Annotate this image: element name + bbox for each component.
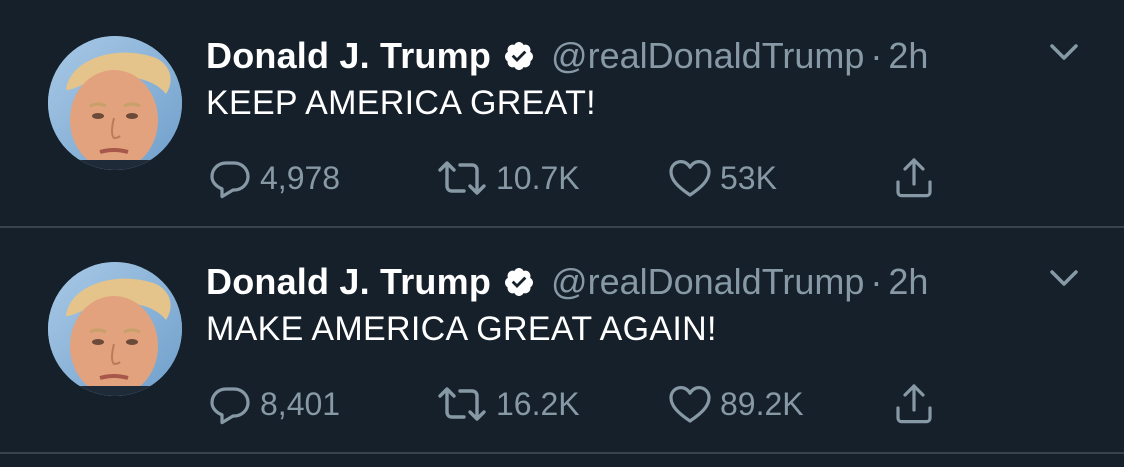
like-button[interactable]: 53K: [666, 150, 777, 206]
tweet-header: Donald J. Trump @realDonaldTrump · 2h: [206, 28, 928, 84]
share-icon: [890, 154, 938, 202]
share-icon: [890, 380, 938, 428]
tweet-actions: 8,401 16.2K 89.2K: [206, 376, 966, 432]
reply-icon: [206, 154, 254, 202]
tweet[interactable]: Donald J. Trump @realDonaldTrump · 2h MA…: [0, 226, 1124, 452]
author-handle[interactable]: @realDonaldTrump: [551, 261, 864, 303]
tweet-divider: [0, 452, 1124, 454]
like-button[interactable]: 89.2K: [666, 376, 804, 432]
like-icon: [666, 380, 714, 428]
tweet-actions: 4,978 10.7K 53K: [206, 150, 966, 206]
avatar[interactable]: [48, 36, 182, 170]
tweet-text: KEEP AMERICA GREAT!: [206, 84, 596, 122]
like-icon: [666, 154, 714, 202]
reply-button[interactable]: 8,401: [206, 376, 340, 432]
share-button[interactable]: [890, 376, 938, 432]
chevron-down-icon[interactable]: [1044, 38, 1084, 68]
verified-badge-icon: [503, 40, 535, 72]
tweet-feed: Donald J. Trump @realDonaldTrump · 2h KE…: [0, 0, 1124, 467]
reply-icon: [206, 380, 254, 428]
retweet-icon: [434, 154, 490, 202]
tweet[interactable]: Donald J. Trump @realDonaldTrump · 2h KE…: [0, 0, 1124, 226]
profile-photo-icon: [48, 36, 182, 170]
chevron-down-icon[interactable]: [1044, 264, 1084, 294]
profile-photo-icon: [48, 262, 182, 396]
like-count: 89.2K: [720, 385, 804, 422]
separator-dot: ·: [870, 261, 883, 302]
tweet-text: MAKE AMERICA GREAT AGAIN!: [206, 310, 717, 348]
retweet-count: 16.2K: [496, 385, 580, 422]
reply-count: 8,401: [260, 385, 341, 422]
retweet-count: 10.7K: [496, 159, 580, 196]
share-button[interactable]: [890, 150, 938, 206]
author-name[interactable]: Donald J. Trump: [206, 261, 491, 303]
tweet-timestamp[interactable]: 2h: [888, 35, 928, 77]
author-name[interactable]: Donald J. Trump: [206, 35, 491, 77]
reply-count: 4,978: [260, 159, 341, 196]
avatar[interactable]: [48, 262, 182, 396]
like-count: 53K: [720, 159, 777, 196]
retweet-button[interactable]: 16.2K: [434, 376, 580, 432]
verified-badge-icon: [503, 266, 535, 298]
retweet-button[interactable]: 10.7K: [434, 150, 580, 206]
tweet-header: Donald J. Trump @realDonaldTrump · 2h: [206, 254, 928, 310]
author-handle[interactable]: @realDonaldTrump: [551, 35, 864, 77]
separator-dot: ·: [870, 35, 883, 76]
tweet-timestamp[interactable]: 2h: [888, 261, 928, 303]
reply-button[interactable]: 4,978: [206, 150, 340, 206]
retweet-icon: [434, 380, 490, 428]
